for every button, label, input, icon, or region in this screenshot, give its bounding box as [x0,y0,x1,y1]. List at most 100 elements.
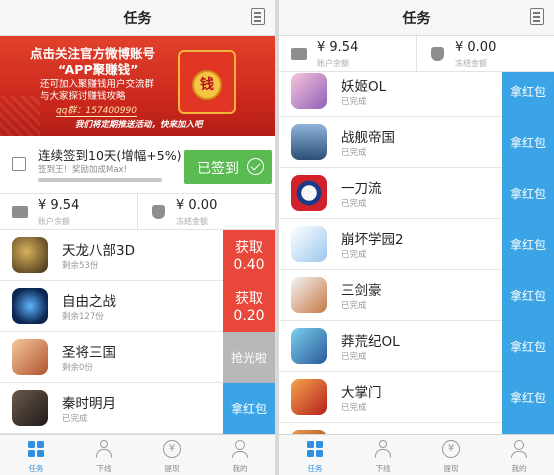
user-icon [232,440,248,458]
action-label: 获取 [235,240,263,256]
sanjian-game-icon [291,277,327,313]
user-icon [511,440,527,458]
frozen-amount: ¥ 0.00 [455,40,497,55]
task-note: 已完成 [62,414,88,424]
red-packet-button[interactable]: 拿红包 [502,219,554,270]
tab-downline[interactable]: 下线 [349,435,417,475]
task-name: 莽荒纪OL [341,334,400,350]
red-packet-button[interactable]: 拿红包 [502,72,554,117]
frozen-label: 冻结金额 [176,217,208,226]
person-icon [375,440,391,458]
frozen-amount: ¥ 0.00 [176,198,218,213]
notes-icon[interactable] [530,8,544,25]
task-row[interactable]: 三剑豪 已完成 拿红包 [279,270,554,321]
get-reward-button[interactable]: 获取 0.20 [223,281,275,332]
banner-page-indicator [103,129,158,144]
page-title: 任务 [402,11,431,27]
task-row[interactable]: 天龙八部3D 剩余53份 获取 0.40 [0,230,275,281]
account-balance[interactable]: ¥ 9.54 账户余额 [279,36,416,72]
balance-bar: ¥ 9.54 账户余额 ¥ 0.00 冻结金额 [0,194,275,230]
task-note: 剩余127份 [62,312,104,322]
money-bag-icon [152,205,165,219]
task-row[interactable]: 妖姬OL 已完成 拿红包 [279,72,554,117]
task-list: 天龙八部3D 剩余53份 获取 0.40 自由之战 剩余127份 获取 0.20… [0,230,275,434]
account-label: 账户余额 [38,217,70,226]
action-label: 拿红包 [230,402,267,416]
action-label: 拿红包 [509,238,546,252]
grid-icon [28,441,44,457]
promo-banner[interactable]: 点击关注官方微博账号 “APP聚赚钱” 还可加入聚赚钱用户交流群 与大家探讨赚钱… [0,36,275,136]
tab-withdraw[interactable]: ¥ 提现 [417,435,485,475]
task-row[interactable]: 战舰帝国 已完成 拿红包 [279,117,554,168]
action-label: 获取 [235,291,263,307]
task-name: 自由之战 [62,294,116,310]
task-row[interactable]: 秦时明月 已完成 拿红包 [0,383,275,434]
action-amount: 0.20 [233,308,265,324]
task-name: 崩坏学园2 [341,232,404,248]
task-name: 一刀流 [341,181,382,197]
tab-mine[interactable]: 我的 [485,435,553,475]
red-packet-button[interactable]: 拿红包 [502,372,554,423]
task-name: 战舰帝国 [341,130,395,146]
wallet-icon [12,206,28,218]
manghuang-game-icon [291,328,327,364]
task-row[interactable]: 大掌门 已完成 拿红包 [279,372,554,423]
frozen-label: 冻结金额 [455,59,487,68]
signin-card: 连续签到10天(增幅+5%) 签到王！奖励加成Max! 已签到 [0,136,275,194]
tab-withdraw[interactable]: ¥ 提现 [138,435,206,475]
task-name: 妖姬OL [341,79,387,95]
action-label: 抢光啦 [230,351,267,365]
signin-title: 连续签到10天(增幅+5%) [38,148,182,163]
task-row[interactable] [279,423,554,434]
signed-in-button[interactable]: 已签到 [184,150,272,184]
red-packet-button[interactable]: 拿红包 [502,168,554,219]
tab-label: 下线 [96,464,112,473]
notes-icon[interactable] [251,8,265,25]
benghuai-game-icon [291,226,327,262]
task-note: 剩余53份 [62,261,99,271]
action-amount: 0.40 [233,257,265,273]
check-circle-icon [247,158,264,175]
grid-icon [307,441,323,457]
task-name: 大掌门 [341,385,382,401]
sold-out-button[interactable]: 抢光啦 [223,332,275,383]
task-name: 秦时明月 [62,396,116,412]
task-name: 圣将三国 [62,345,116,361]
task-row[interactable]: 莽荒纪OL 已完成 拿红包 [279,321,554,372]
person-icon [96,440,112,458]
red-packet-button[interactable]: 拿红包 [502,270,554,321]
action-label: 拿红包 [509,136,546,150]
tab-label: 任务 [28,464,44,473]
tab-downline[interactable]: 下线 [70,435,138,475]
frozen-balance[interactable]: ¥ 0.00 冻结金额 [137,194,274,230]
tab-mine[interactable]: 我的 [206,435,274,475]
task-row[interactable]: 崩坏学园2 已完成 拿红包 [279,219,554,270]
red-packet-button[interactable]: 拿红包 [223,383,275,434]
tab-label: 任务 [307,464,323,473]
red-packet-button[interactable] [502,423,554,434]
tab-label: 下线 [375,464,391,473]
get-reward-button[interactable]: 获取 0.40 [223,230,275,281]
frozen-balance[interactable]: ¥ 0.00 冻结金额 [416,36,553,72]
red-packet-button[interactable]: 拿红包 [502,117,554,168]
red-envelope-icon: 钱 [178,50,236,114]
task-note: 已完成 [341,403,367,413]
money-bag-icon [431,47,444,61]
task-row[interactable]: 一刀流 已完成 拿红包 [279,168,554,219]
action-label: 拿红包 [509,85,546,99]
signin-progress-bar [38,178,162,182]
account-balance[interactable]: ¥ 9.54 账户余额 [0,194,137,230]
tab-bar: 任务 下线 ¥ 提现 我的 [279,434,554,475]
action-label: 拿红包 [509,289,546,303]
tab-tasks[interactable]: 任务 [2,435,70,475]
task-row[interactable]: 自由之战 剩余127份 获取 0.20 [0,281,275,332]
task-list: 妖姬OL 已完成 拿红包 战舰帝国 已完成 拿红包 一刀流 已完成 拿红包 崩坏… [279,72,554,434]
red-packet-button[interactable]: 拿红包 [502,321,554,372]
task-note: 已完成 [341,148,367,158]
account-label: 账户余额 [317,59,349,68]
tab-tasks[interactable]: 任务 [281,435,349,475]
task-note: 剩余0份 [62,363,93,373]
task-row[interactable]: 圣将三国 剩余0份 抢光啦 [0,332,275,383]
shengjiang-game-icon [12,339,48,375]
account-amount: ¥ 9.54 [317,40,359,55]
